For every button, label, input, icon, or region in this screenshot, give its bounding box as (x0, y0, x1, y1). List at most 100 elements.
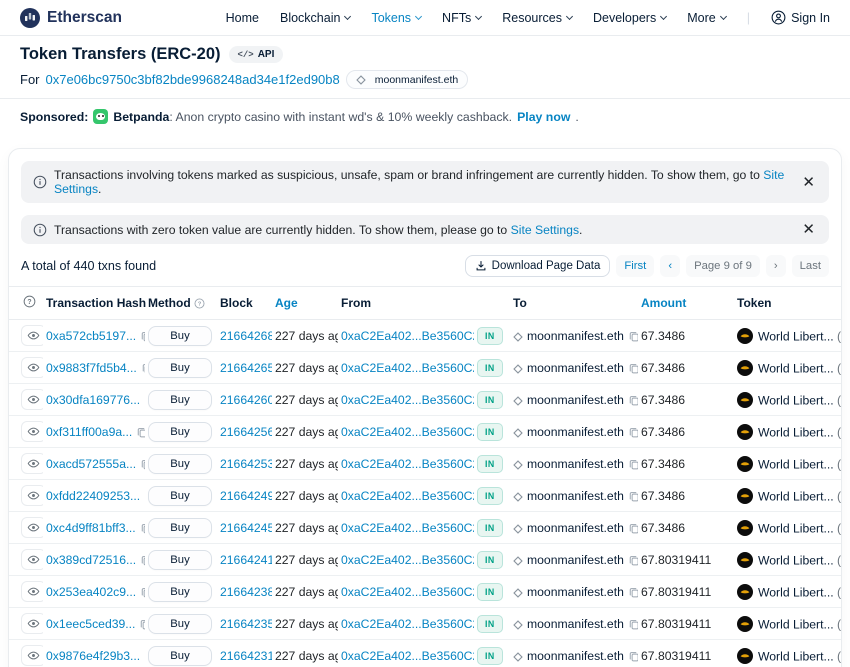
copy-hash-icon[interactable] (141, 362, 145, 374)
copy-hash-icon[interactable] (144, 394, 145, 406)
from-address-link[interactable]: 0xaC2Ea402...Be3560C22 (341, 425, 474, 439)
preview-eye-button[interactable] (21, 453, 43, 474)
token-link[interactable]: World Libert... (WLFI) (758, 489, 841, 503)
tx-hash-link[interactable]: 0xacd572555a... (46, 457, 136, 471)
to-address-link[interactable]: moonmanifest.eth (527, 457, 624, 471)
from-address-link[interactable]: 0xaC2Ea402...Be3560C22 (341, 649, 474, 663)
tx-hash-link[interactable]: 0x30dfa169776... (46, 393, 140, 407)
tx-hash-link[interactable]: 0xc4d9ff81bff3... (46, 521, 136, 535)
preview-eye-button[interactable] (21, 613, 43, 634)
token-link[interactable]: World Libert... (WLFI) (758, 521, 841, 535)
method-badge[interactable]: Buy (148, 518, 212, 538)
to-address-link[interactable]: moonmanifest.eth (527, 553, 624, 567)
block-link[interactable]: 21664231 (220, 649, 272, 663)
site-settings-link[interactable]: Site Settings (511, 223, 579, 237)
from-address-link[interactable]: 0xaC2Ea402...Be3560C22 (341, 553, 474, 567)
from-address-link[interactable]: 0xaC2Ea402...Be3560C22 (341, 457, 474, 471)
block-link[interactable]: 21664256 (220, 425, 272, 439)
method-badge[interactable]: Buy (148, 422, 212, 442)
copy-hash-icon[interactable] (140, 458, 145, 470)
token-link[interactable]: World Libert... (WLFI) (758, 361, 841, 375)
copy-hash-icon[interactable] (140, 522, 145, 534)
copy-hash-icon[interactable] (136, 426, 145, 438)
copy-to-icon[interactable] (628, 522, 638, 534)
tx-hash-link[interactable]: 0x1eec5ced39... (46, 617, 135, 631)
method-badge[interactable]: Buy (148, 550, 212, 570)
copy-hash-icon[interactable] (139, 618, 145, 630)
copy-to-icon[interactable] (628, 362, 638, 374)
copy-to-icon[interactable] (628, 586, 638, 598)
tx-hash-link[interactable]: 0xa572cb5197... (46, 329, 136, 343)
nav-item-resources[interactable]: Resources (502, 11, 572, 25)
pagination-last-button[interactable]: Last (792, 255, 829, 277)
block-link[interactable]: 21664245 (220, 521, 272, 535)
from-address-link[interactable]: 0xaC2Ea402...Be3560C22 (341, 585, 474, 599)
method-badge[interactable]: Buy (148, 486, 212, 506)
token-link[interactable]: World Libert... (WLFI) (758, 393, 841, 407)
tx-hash-link[interactable]: 0xf311ff00a9a... (46, 425, 132, 439)
header-help-icon[interactable]: ? (9, 287, 43, 320)
to-address-link[interactable]: moonmanifest.eth (527, 649, 624, 663)
block-link[interactable]: 21664253 (220, 457, 272, 471)
method-badge[interactable]: Buy (148, 358, 212, 378)
block-link[interactable]: 21664241 (220, 553, 272, 567)
block-link[interactable]: 21664260 (220, 393, 272, 407)
preview-eye-button[interactable] (21, 485, 43, 506)
download-page-data-button[interactable]: Download Page Data (465, 255, 611, 277)
token-link[interactable]: World Libert... (WLFI) (758, 617, 841, 631)
to-address-link[interactable]: moonmanifest.eth (527, 521, 624, 535)
copy-hash-icon[interactable] (144, 490, 145, 502)
copy-to-icon[interactable] (628, 330, 638, 342)
api-badge[interactable]: </> API (229, 46, 284, 63)
copy-hash-icon[interactable] (140, 586, 145, 598)
ens-name-badge[interactable]: moonmanifest.eth (346, 70, 468, 89)
method-help-icon[interactable]: ? (194, 298, 205, 309)
copy-hash-icon[interactable] (140, 554, 145, 566)
block-link[interactable]: 21664235 (220, 617, 272, 631)
header-amount-sort[interactable]: Amount (638, 287, 734, 320)
to-address-link[interactable]: moonmanifest.eth (527, 585, 624, 599)
pagination-prev-button[interactable]: ‹ (660, 255, 680, 277)
method-badge[interactable]: Buy (148, 454, 212, 474)
block-link[interactable]: 21664268 (220, 329, 272, 343)
from-address-link[interactable]: 0xaC2Ea402...Be3560C22 (341, 489, 474, 503)
copy-hash-icon[interactable] (140, 330, 145, 342)
copy-to-icon[interactable] (628, 650, 638, 662)
close-icon[interactable]: ✕ (800, 175, 817, 190)
preview-eye-button[interactable] (21, 549, 43, 570)
method-badge[interactable]: Buy (148, 326, 212, 346)
copy-to-icon[interactable] (628, 618, 638, 630)
copy-to-icon[interactable] (628, 426, 638, 438)
copy-to-icon[interactable] (628, 554, 638, 566)
block-link[interactable]: 21664249 (220, 489, 272, 503)
pagination-first-button[interactable]: First (616, 255, 654, 277)
preview-eye-button[interactable] (21, 645, 43, 666)
method-badge[interactable]: Buy (148, 646, 212, 666)
tx-hash-link[interactable]: 0x9883f7fd5b4... (46, 361, 137, 375)
etherscan-logo[interactable]: Etherscan (20, 8, 122, 28)
preview-eye-button[interactable] (21, 325, 43, 346)
token-link[interactable]: World Libert... (WLFI) (758, 329, 841, 343)
copy-to-icon[interactable] (628, 490, 638, 502)
from-address-link[interactable]: 0xaC2Ea402...Be3560C22 (341, 393, 474, 407)
method-badge[interactable]: Buy (148, 582, 212, 602)
nav-item-tokens[interactable]: Tokens (371, 11, 421, 25)
block-link[interactable]: 21664238 (220, 585, 272, 599)
tx-hash-link[interactable]: 0x389cd72516... (46, 553, 136, 567)
play-now-link[interactable]: Play now (517, 110, 570, 124)
preview-eye-button[interactable] (21, 421, 43, 442)
preview-eye-button[interactable] (21, 581, 43, 602)
tx-hash-link[interactable]: 0x253ea402c9... (46, 585, 136, 599)
tx-hash-link[interactable]: 0x9876e4f29b3... (46, 649, 140, 663)
from-address-link[interactable]: 0xaC2Ea402...Be3560C22 (341, 329, 474, 343)
preview-eye-button[interactable] (21, 357, 43, 378)
to-address-link[interactable]: moonmanifest.eth (527, 489, 624, 503)
nav-item-home[interactable]: Home (226, 11, 259, 25)
token-link[interactable]: World Libert... (WLFI) (758, 457, 841, 471)
nav-item-more[interactable]: More (687, 11, 725, 25)
token-link[interactable]: World Libert... (WLFI) (758, 425, 841, 439)
method-badge[interactable]: Buy (148, 390, 212, 410)
from-address-link[interactable]: 0xaC2Ea402...Be3560C22 (341, 617, 474, 631)
preview-eye-button[interactable] (21, 389, 43, 410)
to-address-link[interactable]: moonmanifest.eth (527, 361, 624, 375)
